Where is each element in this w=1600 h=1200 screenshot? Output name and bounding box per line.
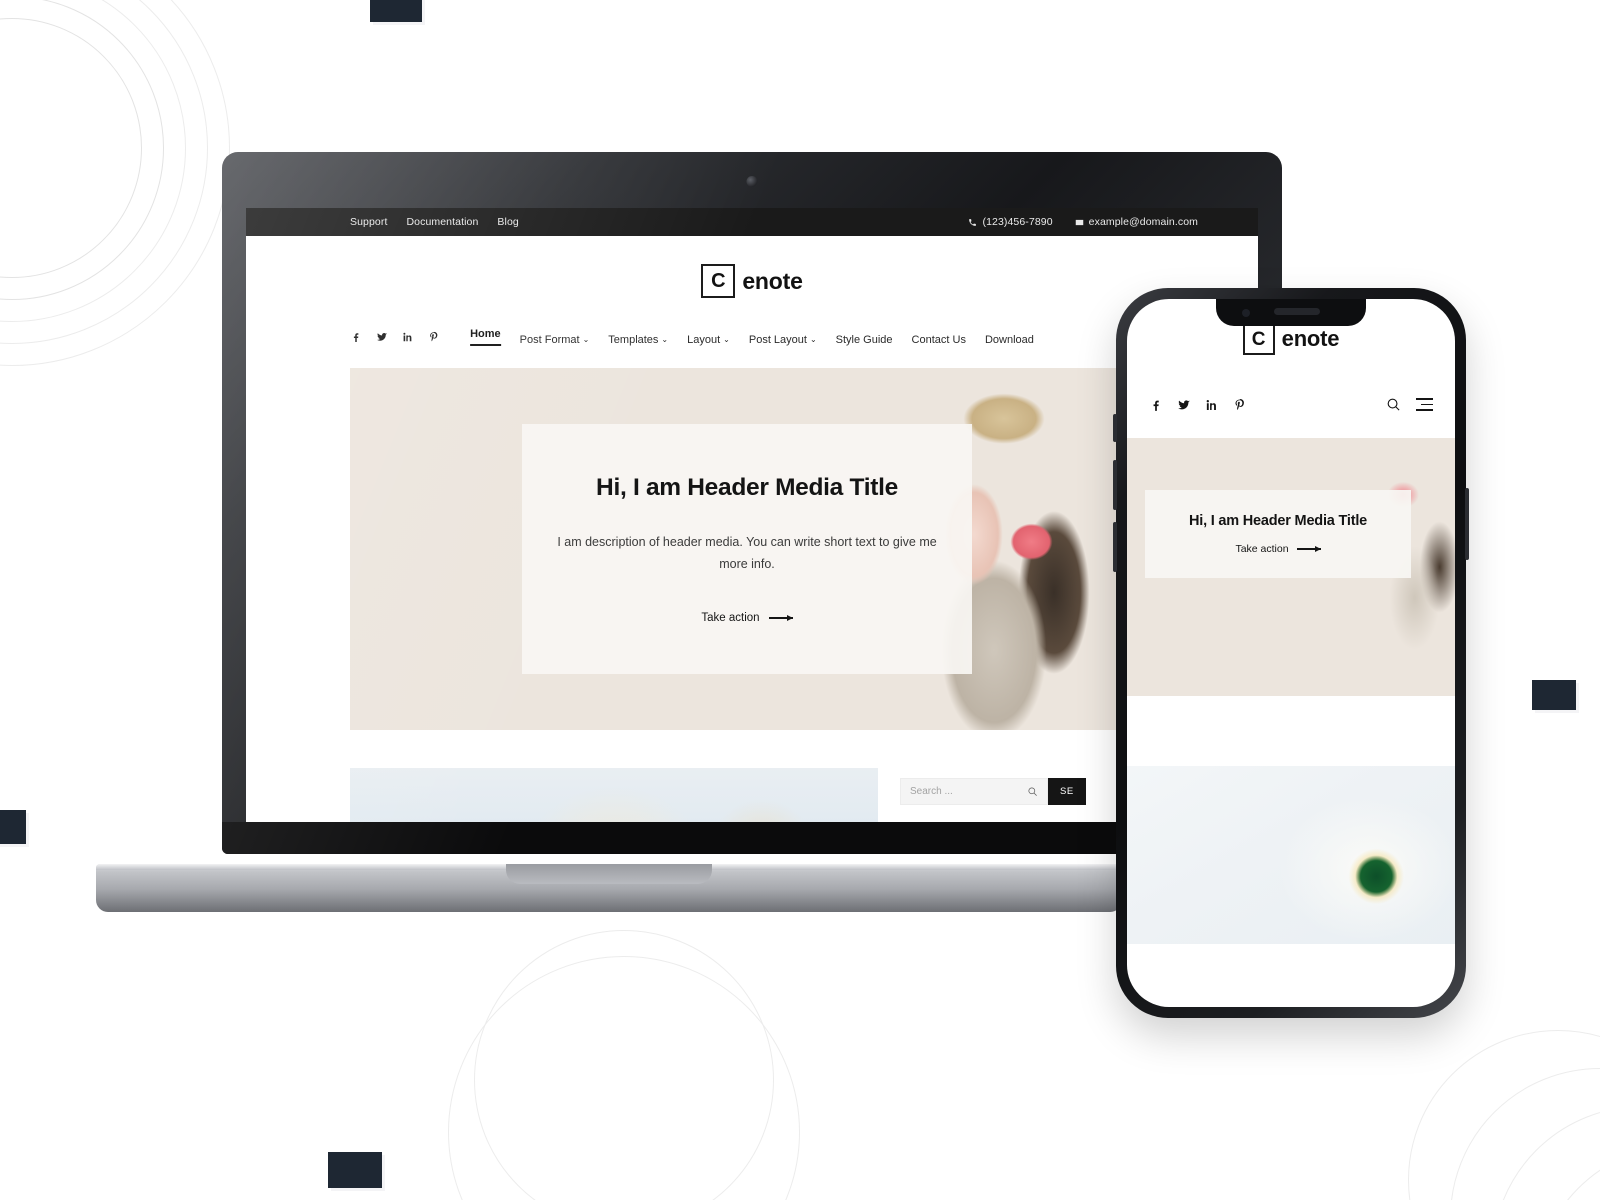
- nav-label: Post Layout: [748, 334, 807, 346]
- laptop-mockup: Support Documentation Blog (123)456-7890…: [96, 152, 1282, 912]
- nav-item-post-layout[interactable]: Post Layout ⌄: [749, 334, 817, 346]
- contact-email[interactable]: example@domain.com: [1075, 216, 1198, 228]
- phone-body: C enote Hi, I am Header Media Title Take…: [1113, 288, 1469, 1018]
- logo-wordmark: enote: [1281, 326, 1340, 351]
- phone-post-featured-image: [1127, 766, 1455, 944]
- hero-section: Hi, I am Header Media Title I am descrip…: [350, 368, 1154, 730]
- contact-phone[interactable]: (123)456-7890: [968, 216, 1053, 228]
- pinterest-icon[interactable]: [428, 331, 440, 343]
- search-submit-button[interactable]: SE: [1048, 778, 1086, 805]
- phone-toolbar: [1127, 355, 1455, 412]
- nav-label: Home: [470, 328, 501, 340]
- nav-item-home[interactable]: Home: [470, 328, 501, 346]
- post-featured-image: [350, 768, 878, 828]
- phone-volume-up-button[interactable]: [1113, 460, 1117, 510]
- linkedin-icon[interactable]: [402, 331, 414, 343]
- hero-cta-label: Take action: [701, 611, 760, 624]
- hero-card: Hi, I am Header Media Title I am descrip…: [522, 424, 972, 674]
- hamburger-icon[interactable]: [1416, 398, 1433, 411]
- chevron-down-icon: ⌄: [661, 335, 669, 344]
- nav-label: Download: [984, 334, 1034, 346]
- arrow-right-icon: [1296, 544, 1321, 553]
- search-widget: Search ... SE: [900, 778, 1086, 805]
- decor-square-top: [370, 0, 422, 22]
- phone-hero-title: Hi, I am Header Media Title: [1188, 513, 1368, 529]
- phone-mute-switch[interactable]: [1113, 414, 1117, 442]
- nav-label: Style Guide: [835, 334, 893, 346]
- hero-cta-button[interactable]: Take action: [701, 611, 793, 624]
- magnifier-icon: [1028, 787, 1037, 796]
- nav-label: Post Format: [519, 334, 580, 346]
- laptop-base: [96, 864, 1122, 912]
- decor-square-right: [1532, 680, 1576, 710]
- logo-wordmark: enote: [742, 267, 803, 294]
- site-logo[interactable]: C enote: [246, 236, 1258, 320]
- nav-item-templates[interactable]: Templates ⌄: [608, 334, 668, 346]
- hero-title: Hi, I am Header Media Title: [596, 474, 898, 502]
- phone-actions: [1386, 397, 1433, 412]
- phone-hero-cta-label: Take action: [1235, 543, 1289, 555]
- facebook-icon[interactable]: [1149, 398, 1163, 412]
- phone-hero-card: Hi, I am Header Media Title Take action: [1145, 490, 1411, 578]
- facebook-icon[interactable]: [350, 331, 362, 343]
- front-camera-icon: [1242, 308, 1250, 317]
- phone-power-button[interactable]: [1465, 488, 1469, 560]
- phone-social-links: [1149, 398, 1247, 412]
- phone-icon: [969, 218, 977, 226]
- phone-hero-cta-button[interactable]: Take action: [1235, 543, 1321, 555]
- topbar-link-blog[interactable]: Blog: [497, 216, 518, 228]
- phone-screen: C enote Hi, I am Header Media Title Take…: [1127, 299, 1455, 1007]
- phone-hero-section: Hi, I am Header Media Title Take action: [1127, 438, 1455, 696]
- laptop-bezel: [222, 152, 1282, 212]
- chevron-down-icon: ⌄: [582, 335, 590, 344]
- twitter-icon[interactable]: [376, 331, 388, 343]
- logo-mark: C: [1242, 323, 1275, 355]
- laptop-base-notch: [506, 864, 712, 884]
- search-input[interactable]: Search ...: [900, 778, 1048, 805]
- contact-phone-text: (123)456-7890: [982, 216, 1053, 228]
- top-utility-contact: (123)456-7890 example@domain.com: [968, 216, 1198, 228]
- linkedin-icon[interactable]: [1205, 398, 1219, 412]
- topbar-link-support[interactable]: Support: [350, 216, 387, 228]
- nav-item-layout[interactable]: Layout ⌄: [687, 334, 730, 346]
- phone-mockup: C enote Hi, I am Header Media Title Take…: [1113, 288, 1469, 1018]
- webcam-icon: [746, 176, 758, 187]
- chevron-down-icon: ⌄: [723, 335, 730, 344]
- logo-mark: C: [701, 264, 736, 298]
- phone-notch: [1216, 299, 1366, 326]
- earpiece-speaker: [1274, 308, 1320, 315]
- envelope-icon: [1075, 219, 1083, 225]
- pinterest-icon[interactable]: [1233, 398, 1247, 412]
- mockup-canvas: Support Documentation Blog (123)456-7890…: [0, 0, 1600, 1200]
- magnifier-icon[interactable]: [1386, 397, 1401, 412]
- nav-label: Templates: [608, 334, 659, 346]
- nav-item-post-format[interactable]: Post Format ⌄: [520, 334, 590, 346]
- content-below-hero: Search ... SE: [350, 768, 1154, 828]
- arrow-right-icon: [768, 613, 793, 622]
- contact-email-text: example@domain.com: [1088, 216, 1198, 228]
- twitter-icon[interactable]: [1177, 398, 1191, 412]
- topbar-link-documentation[interactable]: Documentation: [406, 216, 478, 228]
- primary-nav-row: Home Post Format ⌄ Templates ⌄ Layout ⌄ Pos…: [246, 320, 1258, 354]
- main-menu: Home Post Format ⌄ Templates ⌄ Layout ⌄ Pos…: [470, 328, 1034, 346]
- top-utility-bar: Support Documentation Blog (123)456-7890…: [246, 208, 1258, 236]
- laptop-screen: Support Documentation Blog (123)456-7890…: [246, 208, 1258, 828]
- nav-item-download[interactable]: Download: [985, 334, 1034, 346]
- nav-item-style-guide[interactable]: Style Guide: [836, 334, 893, 346]
- phone-volume-down-button[interactable]: [1113, 522, 1117, 572]
- search-placeholder: Search ...: [910, 786, 953, 797]
- top-utility-links: Support Documentation Blog: [350, 216, 519, 228]
- nav-label: Contact Us: [911, 334, 966, 346]
- phone-spacer: [1127, 696, 1455, 766]
- nav-item-contact-us[interactable]: Contact Us: [912, 334, 966, 346]
- decor-square-left: [0, 810, 26, 844]
- hero-description: I am description of header media. You ca…: [557, 535, 937, 571]
- chevron-down-icon: ⌄: [809, 335, 817, 344]
- social-links: [350, 331, 440, 343]
- decor-square-bottom: [328, 1152, 382, 1188]
- nav-label: Layout: [687, 334, 721, 346]
